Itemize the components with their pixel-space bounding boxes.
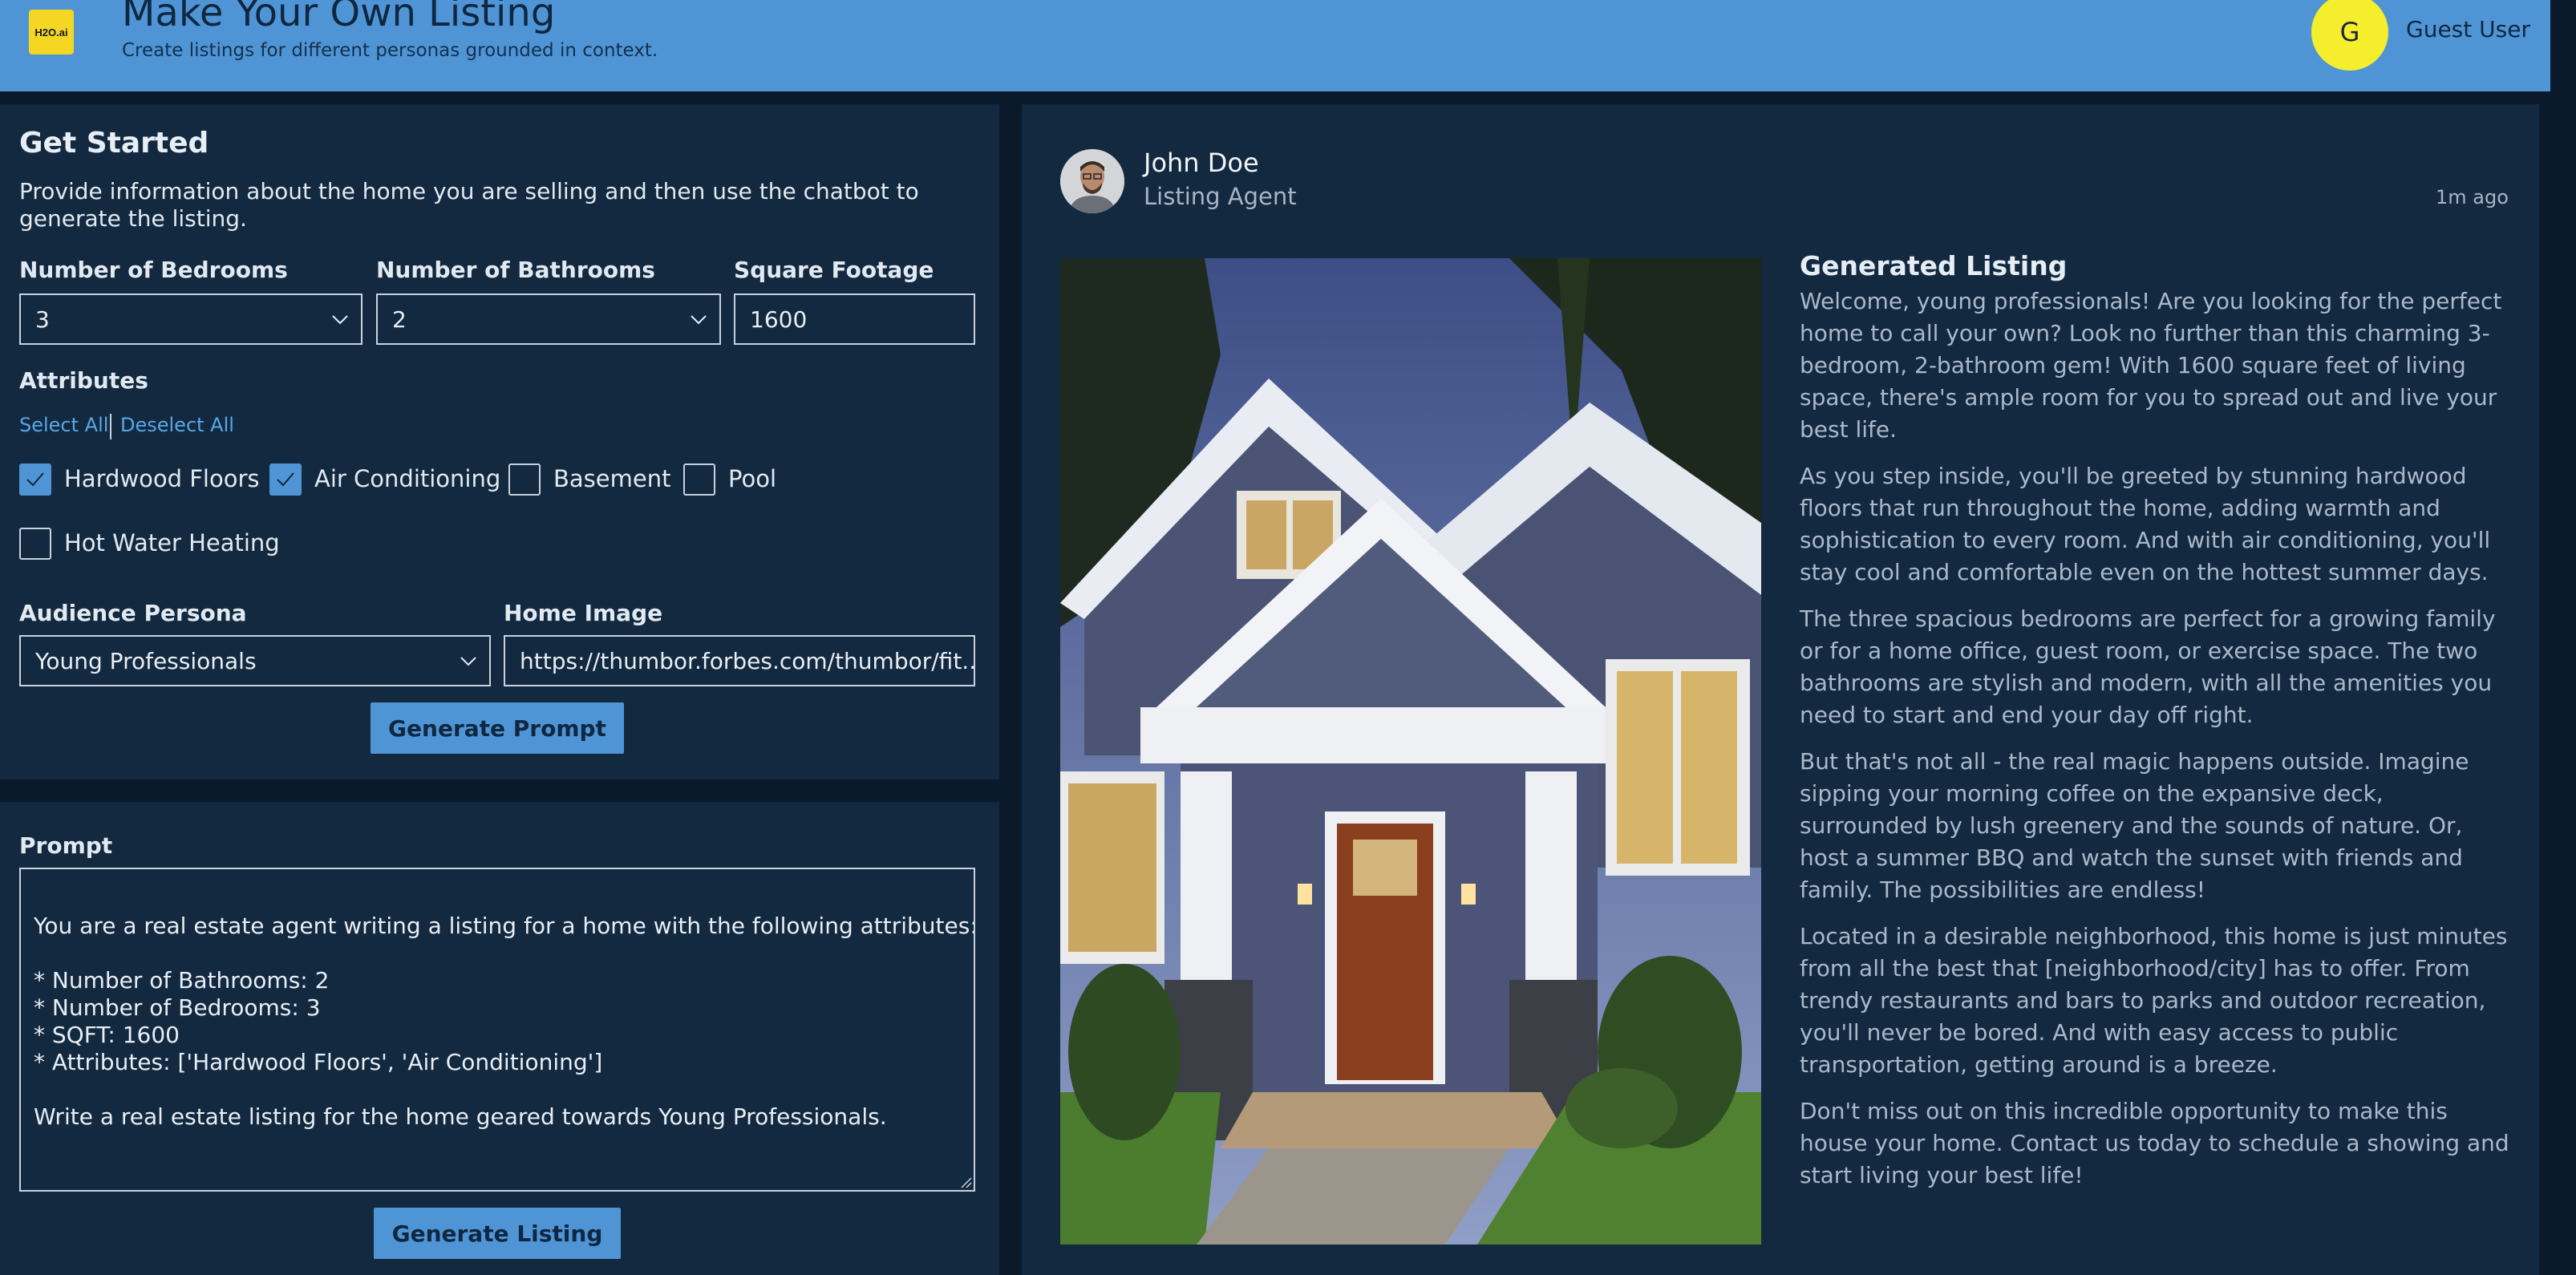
user-name[interactable]: Guest User [2406,16,2530,42]
chevron-down-icon [460,657,476,666]
resize-handle-icon[interactable] [959,1176,972,1188]
chevron-down-icon [332,315,348,325]
agent-portrait-icon [1060,149,1124,213]
agent-avatar [1060,149,1124,213]
chevron-down-icon [691,315,707,325]
home-image-value: https://thumbor.forbes.com/thumbor/fit..… [520,647,975,674]
get-started-title: Get Started [19,127,209,160]
air-conditioning-checkbox[interactable] [269,463,302,496]
bedrooms-value: 3 [35,306,50,333]
app-title: Make Your Own Listing [122,0,556,35]
persona-label: Audience Persona [19,600,247,626]
prompt-textarea[interactable]: You are a real estate agent writing a li… [19,868,975,1192]
check-icon [26,472,44,487]
listing-paragraph: Welcome, young professionals! Are you lo… [1800,288,2502,443]
listing-paragraph: Located in a desirable neighborhood, thi… [1800,923,2508,1078]
air-conditioning-label[interactable]: Air Conditioning [314,465,500,492]
home-image [1060,258,1761,1245]
h2o-logo: H2O.ai [29,10,74,55]
pool-label[interactable]: Pool [728,465,776,492]
generated-listing-title: Generated Listing [1800,250,2068,281]
home-image-input[interactable]: https://thumbor.forbes.com/thumbor/fit..… [504,635,975,686]
hot-water-heating-label[interactable]: Hot Water Heating [64,529,280,557]
check-icon [277,472,294,487]
listing-paragraph: The three spacious bedrooms are perfect … [1800,605,2496,728]
agent-name: John Doe [1144,148,1259,178]
generate-prompt-button[interactable]: Generate Prompt [371,702,624,754]
hardwood-floors-checkbox[interactable] [19,463,51,496]
bathrooms-select[interactable]: 2 [376,293,721,345]
agent-role: Listing Agent [1144,183,1297,210]
deselect-all-link[interactable]: Deselect All [120,414,234,436]
prompt-label: Prompt [19,832,113,859]
listing-paragraph: Don't miss out on this incredible opport… [1800,1098,2509,1188]
basement-checkbox[interactable] [508,463,541,496]
get-started-description: Provide information about the home you a… [19,178,919,232]
select-all-link[interactable]: Select All [19,414,108,436]
attributes-label: Attributes [19,367,148,394]
generated-listing-body: Welcome, young professionals! Are you lo… [1800,285,2510,1206]
bathrooms-label: Number of Bathrooms [376,257,655,283]
sqft-value: 1600 [750,306,808,333]
app-subtitle: Create listings for different personas g… [122,40,658,61]
listing-paragraph: As you step inside, you'll be greeted by… [1800,463,2491,585]
pool-checkbox[interactable] [683,463,715,496]
persona-select[interactable]: Young Professionals [19,635,491,686]
generate-listing-button[interactable]: Generate Listing [374,1208,621,1259]
link-divider [110,414,111,439]
timestamp: 1m ago [2436,186,2509,208]
listing-paragraph: But that's not all - the real magic happ… [1800,748,2469,903]
sqft-label: Square Footage [734,257,934,283]
basement-label[interactable]: Basement [553,465,670,492]
sqft-input[interactable]: 1600 [734,293,975,345]
hot-water-heating-checkbox[interactable] [19,528,51,560]
bathrooms-value: 2 [392,306,407,333]
home-image-label: Home Image [504,600,663,626]
bedrooms-label: Number of Bedrooms [19,257,288,283]
hardwood-floors-label[interactable]: Hardwood Floors [64,465,259,492]
persona-value: Young Professionals [35,647,257,674]
bedrooms-select[interactable]: 3 [19,293,363,345]
